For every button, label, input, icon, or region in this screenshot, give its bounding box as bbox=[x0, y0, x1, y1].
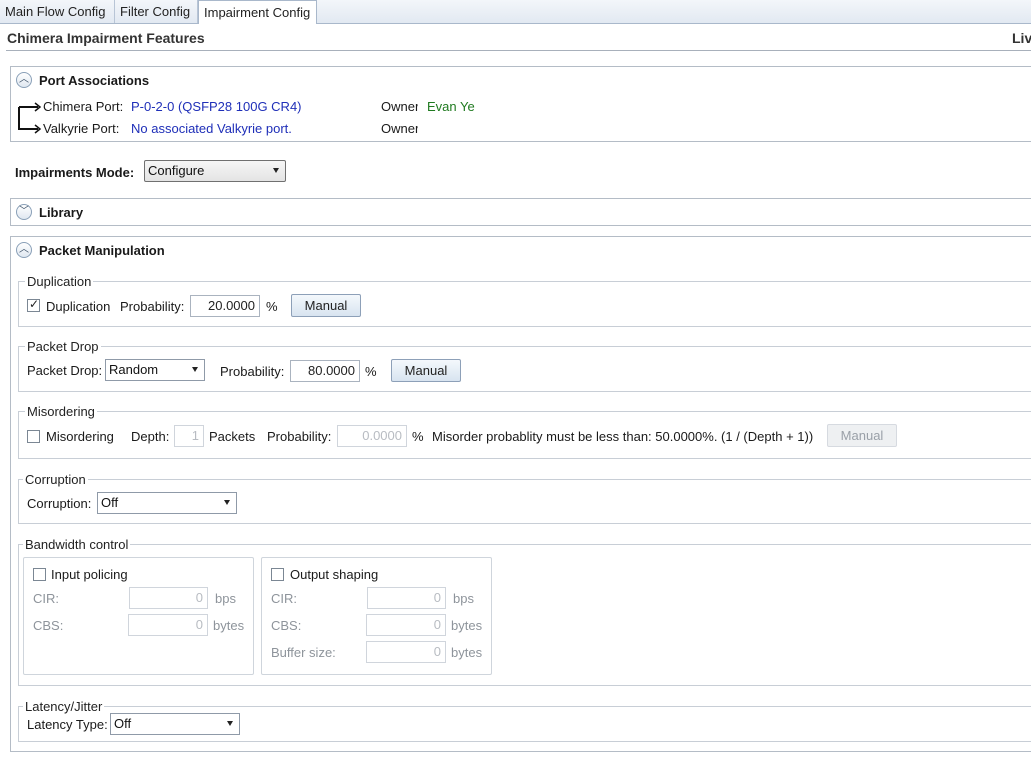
collapse-chevron-up-icon[interactable]: ︿ bbox=[16, 242, 32, 258]
corruption-value: Off bbox=[101, 495, 119, 510]
latency-type-value: Off bbox=[114, 716, 132, 731]
input-policing-cbs-input[interactable]: 0 bbox=[128, 614, 208, 636]
misordering-percent-unit: % bbox=[412, 429, 424, 444]
input-policing-label: Input policing bbox=[51, 567, 128, 582]
input-policing-checkbox[interactable] bbox=[33, 568, 46, 581]
input-policing-cbs-unit: bytes bbox=[213, 618, 245, 633]
latency-jitter-group-label: Latency/Jitter bbox=[23, 699, 105, 714]
misordering-packets-label: Packets bbox=[209, 429, 256, 444]
input-policing-cbs-label: CBS: bbox=[33, 618, 64, 633]
misordering-note: Misorder probablity must be less than: 5… bbox=[432, 429, 814, 444]
packet-drop-manual-button[interactable]: Manual bbox=[391, 359, 461, 382]
output-shaping-buffer-label: Buffer size: bbox=[271, 645, 336, 660]
misordering-manual-button[interactable]: Manual bbox=[827, 424, 897, 447]
dropdown-arrow-icon bbox=[224, 500, 230, 505]
packet-drop-group-label: Packet Drop bbox=[25, 339, 101, 354]
corruption-label: Corruption: bbox=[27, 496, 92, 511]
impairments-mode-label: Impairments Mode: bbox=[15, 165, 135, 180]
corruption-group-label: Corruption bbox=[23, 472, 88, 487]
valkyrie-port-value[interactable]: No associated Valkyrie port. bbox=[131, 121, 292, 136]
dropdown-arrow-icon bbox=[227, 721, 233, 726]
packet-drop-probability-label: Probability: bbox=[220, 364, 285, 379]
impairments-mode-value: Configure bbox=[148, 163, 205, 178]
packet-manipulation-title: Packet Manipulation bbox=[39, 243, 165, 258]
tab-impairment-config[interactable]: Impairment Config bbox=[198, 0, 317, 24]
input-policing-cir-unit: bps bbox=[215, 591, 236, 606]
bandwidth-control-group-label: Bandwidth control bbox=[23, 537, 131, 552]
output-shaping-cbs-label: CBS: bbox=[271, 618, 302, 633]
page-title: Chimera Impairment Features bbox=[7, 30, 205, 46]
input-policing-cir-input[interactable]: 0 bbox=[129, 587, 208, 609]
packet-drop-select[interactable]: Random bbox=[105, 359, 205, 381]
output-shaping-cir-input[interactable]: 0 bbox=[367, 587, 446, 609]
misordering-depth-input[interactable]: 1 bbox=[174, 425, 204, 447]
corruption-select[interactable]: Off bbox=[97, 492, 237, 514]
chimera-owner-value: Evan Ye bbox=[427, 99, 475, 114]
valkyrie-owner-label: Owner bbox=[381, 121, 418, 136]
misordering-depth-label: Depth: bbox=[131, 429, 170, 444]
tab-main-flow-config[interactable]: Main Flow Config bbox=[0, 0, 115, 23]
output-shaping-checkbox[interactable] bbox=[271, 568, 284, 581]
output-shaping-label: Output shaping bbox=[290, 567, 379, 582]
misordering-checkbox-label: Misordering bbox=[46, 429, 114, 444]
output-shaping-buffer-unit: bytes bbox=[451, 645, 483, 660]
chimera-owner-label: Owner bbox=[381, 99, 418, 114]
tab-bar: Main Flow Config Filter Config Impairmen… bbox=[0, 0, 1031, 24]
misordering-probability-label: Probability: bbox=[267, 429, 332, 444]
output-shaping-buffer-input[interactable]: 0 bbox=[366, 641, 446, 663]
chimera-port-value[interactable]: P-0-2-0 (QSFP28 100G CR4) bbox=[131, 99, 302, 114]
header-right-label: Liv bbox=[1012, 30, 1031, 46]
valkyrie-port-label: Valkyrie Port: bbox=[43, 121, 120, 136]
output-shaping-cir-label: CIR: bbox=[271, 591, 297, 606]
duplication-probability-input[interactable]: 20.0000 bbox=[190, 295, 260, 317]
packet-drop-percent-unit: % bbox=[365, 364, 377, 379]
output-shaping-cbs-unit: bytes bbox=[451, 618, 483, 633]
packet-drop-value: Random bbox=[109, 362, 159, 377]
packet-drop-label: Packet Drop: bbox=[27, 363, 103, 378]
collapse-chevron-up-icon[interactable]: ︿ bbox=[16, 72, 32, 88]
dropdown-arrow-icon bbox=[192, 367, 198, 372]
duplication-manual-button[interactable]: Manual bbox=[291, 294, 361, 317]
packet-drop-probability-input[interactable]: 80.0000 bbox=[290, 360, 360, 382]
library-title: Library bbox=[39, 205, 84, 220]
dropdown-arrow-icon bbox=[273, 168, 279, 173]
misordering-checkbox[interactable] bbox=[27, 430, 40, 443]
input-policing-cir-label: CIR: bbox=[33, 591, 59, 606]
duplication-percent-unit: % bbox=[266, 299, 278, 314]
library-panel bbox=[10, 198, 1031, 226]
output-shaping-cir-unit: bps bbox=[453, 591, 474, 606]
tab-filter-config[interactable]: Filter Config bbox=[115, 0, 198, 23]
latency-type-label: Latency Type: bbox=[27, 717, 108, 732]
duplication-probability-label: Probability: bbox=[120, 299, 185, 314]
duplication-checkbox-label: Duplication bbox=[46, 299, 111, 314]
misordering-probability-input[interactable]: 0.0000 bbox=[337, 425, 407, 447]
output-shaping-cbs-input[interactable]: 0 bbox=[366, 614, 446, 636]
duplication-group-label: Duplication bbox=[25, 274, 94, 289]
expand-chevron-down-icon[interactable]: ﹀ bbox=[16, 204, 32, 220]
tree-connector-icon bbox=[18, 102, 42, 134]
port-associations-title: Port Associations bbox=[39, 73, 150, 88]
misordering-group-label: Misordering bbox=[25, 404, 97, 419]
header-divider bbox=[6, 50, 1031, 51]
duplication-checkbox[interactable] bbox=[27, 297, 40, 312]
latency-type-select[interactable]: Off bbox=[110, 713, 240, 735]
impairments-mode-select[interactable]: Configure bbox=[144, 160, 286, 182]
chimera-port-label: Chimera Port: bbox=[43, 99, 124, 114]
